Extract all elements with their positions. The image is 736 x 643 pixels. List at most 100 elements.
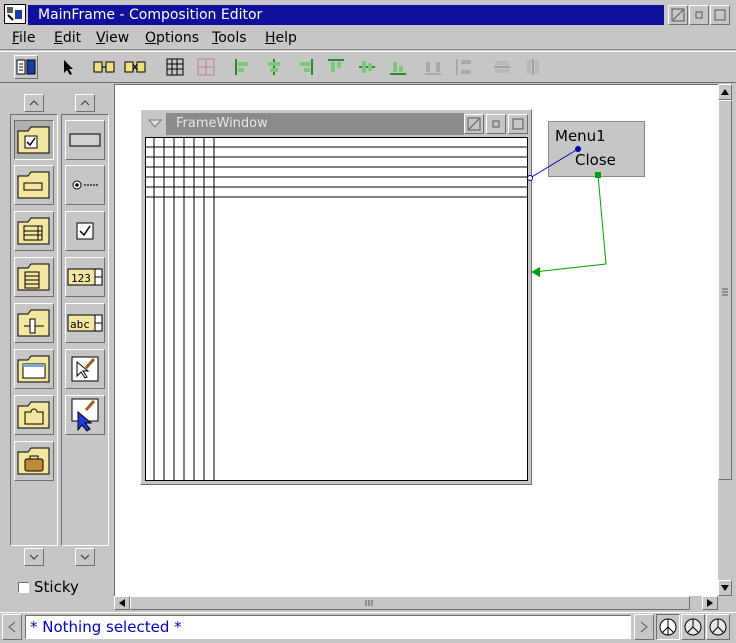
arrow-left-icon [119, 599, 125, 607]
distribute-horizontal-button[interactable] [421, 55, 445, 79]
menu1-name: Menu1 [555, 127, 606, 145]
scroll-left-button[interactable] [114, 596, 130, 610]
frame-window-client[interactable] [145, 137, 528, 481]
maximize-icon [714, 9, 726, 21]
hide-window-button[interactable] [668, 5, 688, 25]
lists-folder-icon [17, 217, 50, 245]
peace-circle-icon [709, 618, 727, 636]
snap-grid-icon [197, 58, 215, 76]
align-middle-icon [359, 61, 375, 73]
category-scroll-down[interactable] [24, 548, 44, 566]
maximize-window-button[interactable] [710, 5, 730, 25]
part-radio-button[interactable] [65, 165, 105, 205]
frame-hide-button[interactable] [464, 114, 484, 134]
align-left-button[interactable] [231, 55, 255, 79]
parts-scroll-up[interactable] [75, 94, 95, 112]
category-sliders[interactable] [14, 303, 54, 343]
part-check-box[interactable] [65, 211, 105, 251]
unlink-parts-icon [124, 61, 146, 73]
category-buttons[interactable] [14, 120, 54, 160]
frame-system-menu[interactable] [145, 114, 165, 134]
grid-icon [166, 58, 184, 76]
unlink-parts-button[interactable] [123, 55, 147, 79]
menu-help[interactable]: Help [265, 29, 297, 47]
category-lists[interactable] [14, 211, 54, 251]
frame-maximize-button[interactable] [508, 114, 528, 134]
match-height-button[interactable] [521, 55, 545, 79]
chevron-right-icon [640, 621, 648, 633]
status-scroll-left[interactable] [2, 614, 22, 640]
sticky-checkbox-box[interactable] [18, 581, 29, 593]
maximize-icon [512, 118, 524, 130]
system-menu-icon[interactable] [4, 4, 26, 24]
parts-scroll-down[interactable] [75, 548, 95, 566]
match-width-button[interactable] [490, 55, 514, 79]
align-bottom-button[interactable] [386, 55, 410, 79]
category-parts[interactable] [14, 395, 54, 435]
align-top-button[interactable] [324, 55, 348, 79]
menu-view[interactable]: View [96, 29, 129, 47]
chevron-down-icon [80, 554, 90, 560]
arrow-right-icon [707, 599, 713, 607]
status-message: * Nothing selected * [25, 615, 631, 639]
menu-file[interactable]: File [12, 29, 35, 47]
scroll-down-button[interactable] [718, 580, 732, 596]
text-spin-icon: abc [67, 314, 103, 332]
menu-tools[interactable]: Tools [212, 29, 247, 47]
menu-edit[interactable]: Edit [54, 29, 81, 47]
status-scroll-right[interactable] [634, 614, 654, 640]
snap-to-grid-button[interactable] [194, 55, 218, 79]
bean-info-button[interactable] [14, 55, 38, 79]
category-scroll-up[interactable] [24, 94, 44, 112]
part-sticky-pointer[interactable] [65, 395, 105, 435]
sticky-checkbox[interactable]: Sticky [18, 578, 79, 596]
chevron-up-icon [29, 100, 39, 106]
align-left-icon [235, 59, 248, 75]
show-grid-button[interactable] [163, 55, 187, 79]
grip-icon [365, 600, 373, 606]
sticky-pointer-icon [71, 398, 99, 432]
menu-bar-grid-lines [146, 138, 527, 480]
menu1-item-close[interactable]: Close [575, 151, 616, 169]
grip-icon [722, 288, 728, 296]
selection-tool-button[interactable] [56, 55, 80, 79]
category-entry[interactable] [14, 165, 54, 205]
scroll-right-button[interactable] [702, 596, 718, 610]
mode-button-3[interactable] [706, 614, 730, 640]
align-top-icon [328, 59, 344, 72]
horizontal-scroll-thumb[interactable] [130, 596, 690, 610]
part-push-button[interactable] [65, 120, 105, 160]
category-containers[interactable] [14, 257, 54, 297]
horizontal-scrollbar[interactable] [114, 596, 718, 610]
align-bottom-icon [390, 62, 406, 75]
radio-button-icon [72, 180, 98, 190]
scroll-up-button[interactable] [718, 84, 732, 100]
restore-window-button[interactable] [689, 5, 709, 25]
parts-palette: 123 abc [4, 86, 114, 612]
frame-restore-button[interactable] [486, 114, 506, 134]
link-parts-button[interactable] [92, 55, 116, 79]
part-pointer-tool[interactable] [65, 349, 105, 389]
align-middle-button[interactable] [355, 55, 379, 79]
hide-icon [671, 8, 685, 22]
vertical-scrollbar[interactable] [718, 84, 732, 596]
bean-info-icon [16, 59, 36, 75]
align-center-button[interactable] [262, 55, 286, 79]
peace-circle-icon [659, 618, 677, 636]
category-frames[interactable] [14, 349, 54, 389]
chevron-down-icon [29, 554, 39, 560]
mode-button-1[interactable] [656, 614, 680, 640]
category-models[interactable] [14, 441, 54, 481]
distribute-vertical-button[interactable] [452, 55, 476, 79]
parts-folder-icon [17, 401, 50, 429]
toolbar [0, 51, 736, 83]
frame-window-title[interactable]: FrameWindow [166, 113, 464, 135]
menu-options[interactable]: Options [145, 29, 199, 47]
mode-button-2[interactable] [681, 614, 705, 640]
part-text-spin[interactable]: abc [65, 303, 105, 343]
svg-text:123: 123 [71, 272, 91, 285]
part-numeric-spin[interactable]: 123 [65, 257, 105, 297]
selection-arrow-icon [64, 60, 73, 75]
vertical-scroll-thumb[interactable] [718, 100, 732, 480]
align-right-button[interactable] [293, 55, 317, 79]
